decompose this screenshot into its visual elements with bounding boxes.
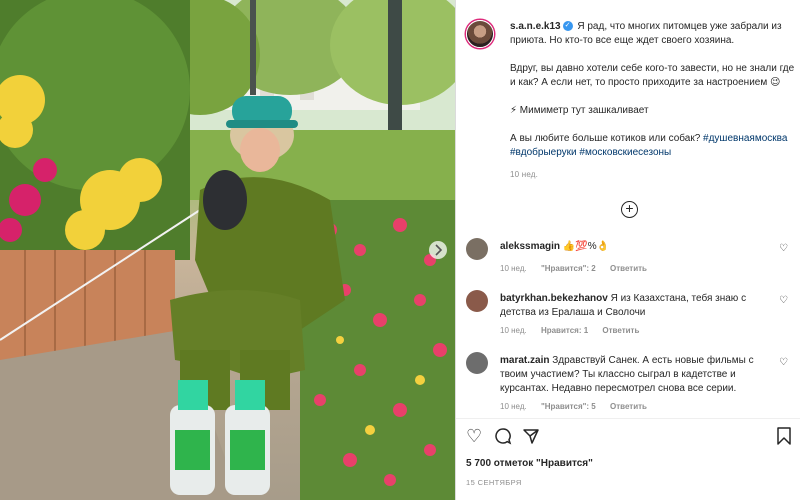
- heart-outline-icon[interactable]: ♡: [779, 357, 788, 368]
- comment-likes[interactable]: "Нравится": 5: [541, 402, 596, 411]
- verified-icon: ✓: [562, 21, 573, 32]
- post-photo[interactable]: [0, 0, 456, 500]
- hashtag-link[interactable]: #душевнаямосква: [703, 133, 787, 144]
- reply-button[interactable]: Ответить: [610, 264, 647, 273]
- commenter-avatar[interactable]: [466, 290, 488, 312]
- comment-meta: 10 нед. "Нравится": 2 Ответить: [500, 264, 659, 273]
- heart-icon[interactable]: ♡: [466, 427, 482, 445]
- post-side-panel: s.a.n.e.k13 ✓ Я рад, что многих питомцев …: [456, 0, 800, 500]
- heart-outline-icon[interactable]: ♡: [779, 243, 788, 254]
- plus-circle-icon[interactable]: +: [621, 201, 638, 218]
- comment-time[interactable]: 10 нед.: [500, 264, 527, 273]
- hashtag-link[interactable]: #московскиесезоны: [579, 147, 671, 158]
- caption-paragraph-4: А вы любите больше котиков или собак?: [510, 133, 701, 144]
- reply-button[interactable]: Ответить: [602, 326, 639, 335]
- post-time[interactable]: 10 нед.: [510, 168, 796, 182]
- commenter-username[interactable]: alekssmagin: [500, 241, 560, 252]
- comment-bubble-icon[interactable]: [494, 427, 512, 448]
- hashtag-link[interactable]: #вдобрыеруки: [510, 147, 577, 158]
- post-date: 15 СЕНТЯБРЯ: [466, 478, 522, 487]
- paper-plane-icon[interactable]: [522, 427, 540, 448]
- action-bar: ♡: [456, 418, 800, 458]
- commenter-username[interactable]: batyrkhan.bekezhanov: [500, 293, 608, 304]
- comment-likes[interactable]: "Нравится": 2: [541, 264, 596, 273]
- comment-time[interactable]: 10 нед.: [500, 402, 527, 411]
- commenter-username[interactable]: marat.zain: [500, 355, 549, 366]
- comment-text: 👍💯%👌: [562, 241, 610, 252]
- comment-meta: 10 нед. Нравится: 1 Ответить: [500, 326, 651, 335]
- caption-paragraph-2: Вдруг, вы давно хотели себе кого-то заве…: [510, 63, 795, 88]
- commenter-avatar[interactable]: [466, 238, 488, 260]
- author-username[interactable]: s.a.n.e.k13: [510, 21, 561, 32]
- photo-illustration: [0, 0, 456, 500]
- reply-button[interactable]: Ответить: [610, 402, 647, 411]
- author-avatar[interactable]: [466, 20, 494, 48]
- comment-likes[interactable]: Нравится: 1: [541, 326, 588, 335]
- caption-paragraph-3: ⚡ Мимиметр тут зашкаливает: [510, 105, 649, 116]
- commenter-avatar[interactable]: [466, 352, 488, 374]
- likes-count[interactable]: 5 700 отметок "Нравится": [466, 458, 593, 469]
- bookmark-icon[interactable]: [776, 427, 792, 448]
- comment-time[interactable]: 10 нед.: [500, 326, 527, 335]
- comment-meta: 10 нед. "Нравится": 5 Ответить: [500, 402, 659, 411]
- heart-outline-icon[interactable]: ♡: [779, 295, 788, 306]
